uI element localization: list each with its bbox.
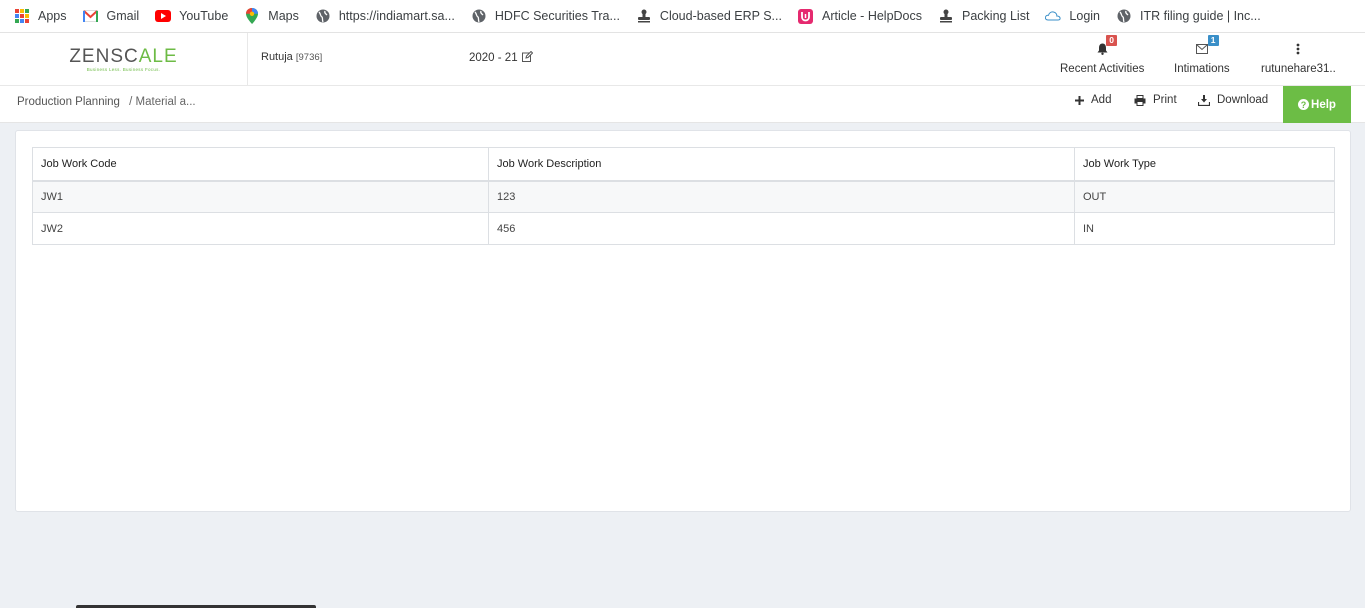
column-header-job-work-description[interactable]: Job Work Description [488, 147, 1075, 182]
print-button-label: Print [1153, 94, 1177, 106]
gmail-icon [83, 8, 99, 24]
download-button-label: Download [1217, 94, 1269, 106]
column-header-job-work-type[interactable]: Job Work Type [1074, 147, 1335, 182]
intimations-badge: 1 [1207, 35, 1219, 46]
page-toolbar: Production Planning / Material a... Add … [0, 86, 1365, 123]
bookmark-youtube[interactable]: YouTube [155, 8, 228, 24]
cell-job-work-description: 123 [488, 180, 1075, 213]
plus-icon [1075, 95, 1084, 105]
company-user: Rutuja [9736] [261, 51, 322, 63]
bookmark-label: Gmail [106, 9, 140, 23]
bookmark-label: Packing List [962, 9, 1030, 23]
bookmark-label: Login [1069, 9, 1101, 23]
cell-job-work-code: JW1 [32, 180, 489, 213]
table-row[interactable]: JW1 123 OUT [32, 180, 1335, 213]
bookmark-label: HDFC Securities Tra... [494, 9, 620, 23]
download-button[interactable]: Download [1198, 94, 1268, 106]
column-header-job-work-code[interactable]: Job Work Code [32, 147, 489, 182]
intimations-button[interactable]: 1 Intimations [1174, 35, 1230, 75]
envelope-icon [1195, 43, 1208, 57]
add-button[interactable]: Add [1075, 94, 1111, 106]
help-button[interactable]: ? Help [1283, 86, 1351, 123]
zenscale-logo[interactable]: ZENSCALE Business Less. Business Focus. [0, 33, 248, 85]
bookmark-maps[interactable]: Maps [244, 8, 299, 24]
globe-icon [315, 8, 331, 24]
financial-year[interactable]: 2020 - 21 [469, 50, 533, 65]
financial-year-text: 2020 - 21 [469, 52, 518, 64]
recent-activities-button[interactable]: 0 Recent Activities [1060, 35, 1145, 75]
bookmark-indiamart[interactable]: https://indiamart.sa... [315, 8, 455, 24]
bookmarks-bar: Apps Gmail YouTube Maps https://indiamar… [0, 0, 1365, 33]
account-name: rutunehare31.. [1261, 63, 1336, 75]
cell-job-work-code: JW2 [32, 212, 489, 245]
bookmark-label: YouTube [179, 9, 229, 23]
table-row[interactable]: JW2 456 IN [32, 212, 1335, 245]
bookmark-helpdocs[interactable]: Article - HelpDocs [798, 8, 922, 24]
logo-wordmark: ZENSCALE [69, 46, 178, 67]
app-header: ZENSCALE Business Less. Business Focus. … [0, 33, 1365, 86]
content-card: Job Work Code Job Work Description Job W… [15, 130, 1351, 512]
recent-activities-badge: 0 [1106, 35, 1117, 46]
bookmark-label: https://indiamart.sa... [338, 9, 455, 23]
apps-grid-icon [14, 8, 30, 24]
stamp-icon [636, 8, 652, 24]
logo-tagline: Business Less. Business Focus. [86, 67, 161, 72]
user-code: [9736] [295, 52, 323, 63]
print-button[interactable]: Print [1134, 94, 1177, 106]
printer-icon [1134, 94, 1146, 106]
intimations-label: Intimations [1174, 63, 1230, 75]
recent-activities-label: Recent Activities [1060, 63, 1145, 75]
bookmark-gmail[interactable]: Gmail [83, 8, 140, 24]
bookmark-label: Article - HelpDocs [821, 9, 923, 23]
table-header-row: Job Work Code Job Work Description Job W… [32, 147, 1335, 182]
maps-pin-icon [244, 8, 260, 24]
breadcrumb-production-planning[interactable]: Production Planning [17, 96, 120, 108]
bookmark-cloud-erp[interactable]: Cloud-based ERP S... [636, 8, 782, 24]
helpdocs-icon [798, 8, 814, 24]
account-menu[interactable]: rutunehare31.. [1261, 41, 1336, 75]
user-name-text: Rutuja [261, 51, 293, 63]
bookmark-packing-list[interactable]: Packing List [938, 8, 1029, 24]
edit-icon[interactable] [521, 50, 533, 65]
help-button-label: Help [1311, 98, 1336, 111]
bookmark-label: ITR filing guide | Inc... [1140, 9, 1261, 23]
question-circle-icon: ? [1298, 99, 1310, 110]
download-icon [1198, 94, 1210, 106]
bookmark-login[interactable]: Login [1045, 8, 1100, 24]
bookmark-itr-guide[interactable]: ITR filing guide | Inc... [1116, 8, 1261, 24]
breadcrumb-material: / Material a... [129, 96, 196, 108]
cell-job-work-description: 456 [488, 212, 1075, 245]
add-button-label: Add [1091, 94, 1112, 106]
globe-icon [1116, 8, 1132, 24]
bookmark-label: Apps [38, 9, 67, 23]
kebab-menu-icon [1296, 43, 1300, 58]
bookmark-label: Maps [268, 9, 299, 23]
bookmark-apps[interactable]: Apps [14, 8, 67, 24]
breadcrumb: Production Planning / Material a... [17, 96, 196, 108]
globe-icon [471, 8, 487, 24]
cell-job-work-type: IN [1074, 212, 1335, 245]
cell-job-work-type: OUT [1074, 180, 1335, 213]
stamp-icon [938, 8, 954, 24]
bookmark-label: Cloud-based ERP S... [659, 9, 782, 23]
cloud-logo-icon [1045, 8, 1061, 24]
job-work-table: Job Work Code Job Work Description Job W… [32, 147, 1335, 245]
youtube-icon [155, 8, 172, 24]
bookmark-hdfc[interactable]: HDFC Securities Tra... [471, 8, 620, 24]
